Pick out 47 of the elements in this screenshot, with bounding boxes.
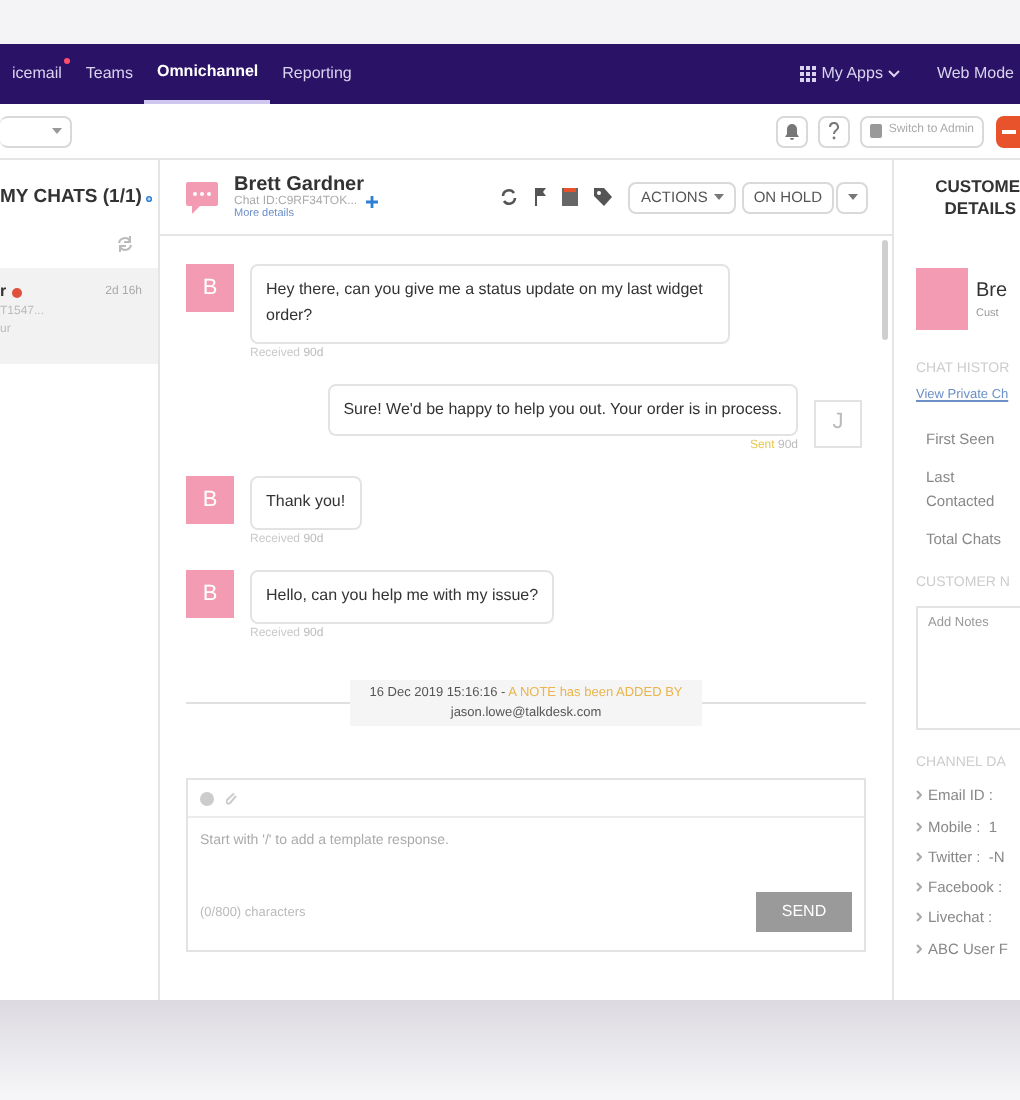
bell-button[interactable] — [776, 115, 809, 147]
question-icon — [828, 122, 841, 140]
nav-tab[interactable]: Reporting — [270, 44, 364, 104]
avatar: B — [186, 264, 234, 312]
help-button[interactable] — [818, 115, 851, 147]
caret-icon — [713, 194, 724, 200]
bell-icon — [784, 123, 801, 139]
refresh-icon[interactable] — [500, 188, 519, 206]
minus-icon — [1002, 129, 1016, 133]
avatar — [916, 268, 968, 330]
chevron-icon — [916, 912, 922, 923]
plus-icon[interactable] — [365, 195, 378, 208]
message-bubble: Hey there, can you give me a status update on my last widget order? — [250, 264, 730, 344]
avatar: B — [186, 476, 234, 525]
chevron-icon — [916, 943, 922, 954]
avatar: B — [186, 570, 234, 619]
customer-name: Brett Gardner — [234, 173, 367, 196]
message-bubble: Thank you! — [250, 476, 362, 531]
chevron-icon — [916, 790, 922, 801]
caret-icon — [52, 128, 62, 134]
panel-title: MY CHATS (1/1) — [0, 183, 142, 212]
minus-button[interactable] — [996, 115, 1020, 147]
avatar: J — [814, 399, 862, 448]
caret-icon — [847, 194, 857, 200]
message-bubble: Hello, can you help me with my issue? — [250, 570, 555, 624]
flag-icon[interactable] — [534, 188, 547, 206]
customer-name: Bre — [976, 277, 1008, 306]
document-icon[interactable] — [562, 188, 579, 206]
panel-title: DETAILS — [944, 198, 1016, 221]
chevron-icon — [888, 70, 901, 78]
panel-title: CUSTOME — [935, 175, 1020, 198]
status-dropdown-button[interactable] — [836, 181, 868, 213]
tag-icon[interactable] — [594, 188, 613, 206]
chevron-icon — [916, 882, 922, 893]
nav-menu[interactable]: My Apps — [821, 62, 901, 86]
chevron-icon — [916, 821, 922, 832]
grid-icon — [799, 66, 816, 82]
contact-name: r — [0, 280, 7, 304]
select-field[interactable] — [0, 115, 72, 147]
nav-tab[interactable]: icemail — [0, 44, 74, 104]
chat-bubble-icon — [184, 179, 220, 215]
chevron-icon — [916, 851, 922, 862]
message-bubble: Sure! We'd be happy to help you out. Your order is in process. — [327, 383, 798, 437]
scrollbar[interactable] — [882, 240, 888, 340]
nav-tab[interactable]: Teams — [73, 44, 145, 104]
paperclip-icon[interactable] — [226, 791, 238, 806]
nav-menu[interactable]: Web Mode — [936, 62, 1020, 86]
